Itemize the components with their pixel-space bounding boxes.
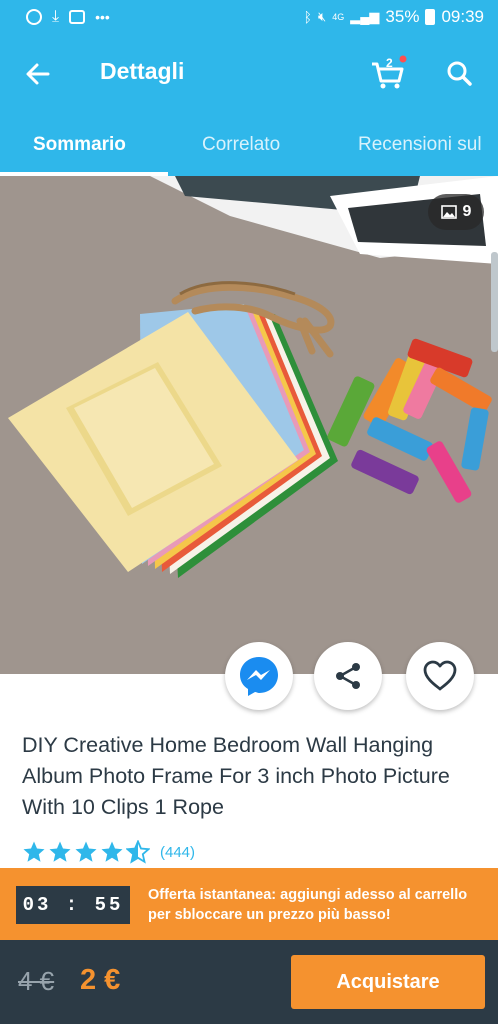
cart-button[interactable]: 2: [368, 54, 408, 94]
messenger-icon: [240, 657, 278, 696]
product-photo: [8, 176, 498, 578]
app-bar: Dettagli 2: [0, 34, 498, 112]
more-notifications-icon: •••: [95, 9, 110, 25]
battery-icon: [425, 9, 436, 25]
image-count-badge[interactable]: 9: [428, 194, 484, 230]
back-arrow-icon: [26, 63, 50, 85]
rating[interactable]: (444): [22, 840, 195, 864]
tab-recensioni[interactable]: Recensioni sul: [358, 134, 482, 156]
status-bar: ⤓ ••• ᛒ 🔇︎ 4G ▂▄▆ 35% 09:39: [0, 0, 498, 34]
product-image[interactable]: [0, 176, 498, 674]
tab-sommario[interactable]: Sommario: [33, 134, 126, 156]
star-full-icon: [49, 841, 71, 862]
mute-icon: 🔇︎: [317, 9, 327, 24]
cart-count: 2: [386, 56, 393, 70]
star-half-icon: [126, 840, 150, 864]
share-button[interactable]: [314, 642, 382, 710]
signal-icon: ▂▄▆: [350, 9, 380, 24]
back-button[interactable]: [20, 56, 56, 92]
share-icon: [336, 663, 360, 689]
wishlist-button[interactable]: [406, 642, 474, 710]
image-count: 9: [462, 203, 472, 220]
scrollbar-thumb[interactable]: [491, 252, 498, 352]
account-icon: [26, 9, 42, 25]
page-title: Dettagli: [100, 58, 185, 84]
network-type: 4G: [332, 12, 345, 22]
download-icon: ⤓: [52, 8, 60, 25]
tab-correlato[interactable]: Correlato: [202, 134, 280, 156]
messenger-share-button[interactable]: [225, 642, 293, 710]
battery-level: 35%: [385, 7, 420, 26]
offer-text: Offerta istantanea: aggiungi adesso al c…: [148, 887, 468, 923]
purchase-bar: 4 € 2 € Acquistare: [0, 940, 498, 1024]
cart-icon: 2: [372, 55, 407, 89]
countdown-timer: 03 : 55: [16, 886, 130, 924]
tab-bar: Sommario Correlato Recensioni sul: [0, 112, 498, 176]
star-full-icon: [101, 841, 123, 862]
search-button[interactable]: [440, 54, 480, 94]
flash-offer-banner[interactable]: 03 : 55 Offerta istantanea: aggiungi ade…: [0, 868, 498, 940]
buy-button[interactable]: Acquistare: [291, 955, 485, 1009]
search-icon: [447, 61, 472, 86]
app-notification-icon: [69, 10, 86, 24]
bluetooth-icon: ᛒ: [303, 9, 312, 25]
gallery-icon: [440, 205, 457, 219]
star-full-icon: [75, 841, 97, 862]
sale-price: 2 €: [80, 964, 121, 996]
review-count: (444): [160, 843, 196, 861]
original-price: 4 €: [18, 966, 55, 996]
clock: 09:39: [441, 7, 484, 26]
star-full-icon: [23, 841, 45, 862]
product-title: DIY Creative Home Bedroom Wall Hanging A…: [22, 733, 450, 819]
heart-icon: [423, 660, 457, 691]
